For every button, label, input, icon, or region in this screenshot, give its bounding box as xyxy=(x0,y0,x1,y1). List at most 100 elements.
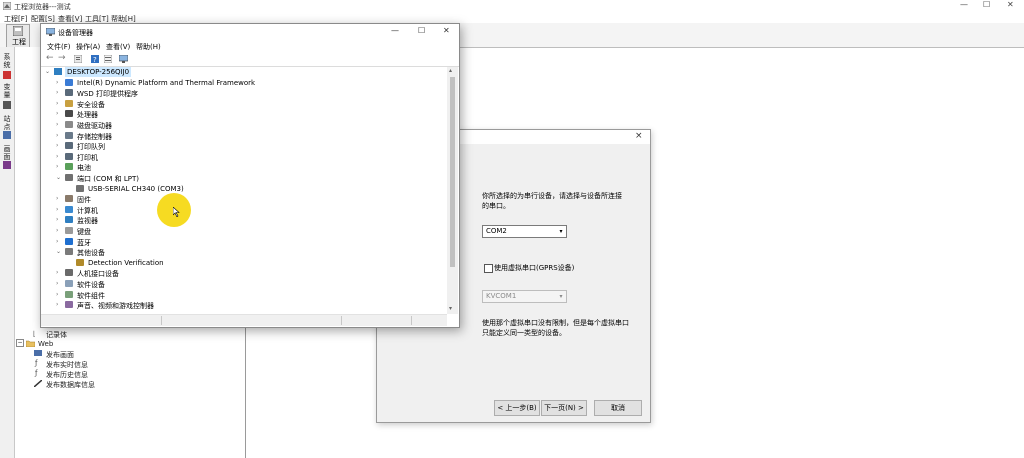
dm-status-bar xyxy=(41,314,447,326)
web-folder-icon xyxy=(26,340,35,347)
collapsed-caret-icon[interactable]: › xyxy=(56,163,62,170)
scan-hardware-icon[interactable] xyxy=(119,55,128,63)
collapsed-caret-icon[interactable]: › xyxy=(56,142,62,149)
virtual-port-select-value: KVCOM1 xyxy=(486,292,517,300)
wizard-close-button[interactable]: × xyxy=(635,131,643,141)
computer-icon xyxy=(54,68,62,75)
collapsed-caret-icon[interactable]: › xyxy=(56,216,62,223)
software-device-icon xyxy=(65,280,73,287)
app-minimize-button[interactable]: — xyxy=(960,0,968,9)
tree-item-label: 存储控制器 xyxy=(77,132,112,141)
vtab-system[interactable]: 系统 xyxy=(2,53,12,69)
properties-icon[interactable] xyxy=(74,55,82,63)
port-icon xyxy=(65,174,73,181)
tree-item-label: 电池 xyxy=(77,164,91,173)
app-maximize-button[interactable]: ☐ xyxy=(983,0,990,9)
publish-screen-icon xyxy=(34,350,42,356)
port-select[interactable]: COM2 ▾ xyxy=(482,225,567,238)
collapsed-caret-icon[interactable]: › xyxy=(56,79,62,86)
collapsed-caret-icon[interactable]: › xyxy=(56,238,62,245)
dm-menu-help[interactable]: 帮助(H) xyxy=(136,42,161,52)
virtual-port-checkbox[interactable] xyxy=(484,264,493,273)
expanded-caret-icon[interactable]: ⌄ xyxy=(56,174,62,181)
tree-item-label: 键盘 xyxy=(77,228,91,236)
dm-vertical-thumb[interactable] xyxy=(450,77,455,267)
port-select-value: COM2 xyxy=(486,227,507,235)
collapsed-caret-icon[interactable]: › xyxy=(56,153,62,160)
collapsed-caret-icon[interactable]: › xyxy=(56,301,62,308)
forward-arrow-icon[interactable]: → xyxy=(58,53,66,63)
collapsed-caret-icon[interactable]: › xyxy=(56,110,62,117)
station-tab-icon xyxy=(3,131,11,139)
storage-icon xyxy=(65,131,73,139)
vtab-screen[interactable]: 画面 xyxy=(2,145,12,161)
collapsed-caret-icon[interactable]: › xyxy=(56,121,62,128)
tree-item-label: 声音、视频和游戏控制器 xyxy=(77,302,154,311)
dm-menu-view[interactable]: 查看(V) xyxy=(106,42,130,52)
help-icon[interactable]: ? xyxy=(91,55,99,63)
printer-icon xyxy=(65,142,73,150)
security-icon xyxy=(65,99,73,107)
collapsed-caret-icon[interactable]: › xyxy=(56,100,62,107)
mouse-pointer-icon xyxy=(173,207,180,217)
tree-item-label: 打印队列 xyxy=(77,143,105,152)
next-button[interactable]: 下一页(N) > xyxy=(541,400,587,416)
cancel-button[interactable]: 取消 xyxy=(594,400,642,416)
dm-close-button[interactable]: ✕ xyxy=(443,26,450,35)
collapsed-caret-icon[interactable]: › xyxy=(56,227,62,234)
collapsed-caret-icon[interactable]: › xyxy=(56,132,62,139)
chevron-down-icon: ▾ xyxy=(559,228,563,235)
collapsed-caret-icon[interactable]: › xyxy=(56,195,62,202)
tree-root-label: DESKTOP-256QIJ0 xyxy=(65,67,132,77)
dm-device-tree: ⌄ DESKTOP-256QIJ0 › Intel(R) Dynamic Platfo… xyxy=(45,67,445,314)
dm-maximize-button[interactable]: ☐ xyxy=(418,26,425,35)
collapsed-caret-icon[interactable]: › xyxy=(56,291,62,298)
system-tab-icon xyxy=(3,71,11,79)
dm-minimize-button[interactable]: — xyxy=(391,26,399,35)
details-icon[interactable] xyxy=(104,55,112,63)
collapsed-caret-icon[interactable]: › xyxy=(56,280,62,287)
chip-icon xyxy=(65,78,73,86)
tree-web-label: Web xyxy=(38,340,54,348)
variables-tab-icon xyxy=(3,101,11,109)
collapsed-caret-icon[interactable]: › xyxy=(56,89,62,96)
back-button[interactable]: < 上一步(B) xyxy=(494,400,540,416)
virtual-port-select[interactable]: KVCOM1 ▾ xyxy=(482,290,567,303)
tree-item-label: Detection Verification xyxy=(88,258,164,267)
hid-icon xyxy=(65,269,73,277)
dm-title: 设备管理器 xyxy=(58,29,93,37)
expanded-caret-icon[interactable]: ⌄ xyxy=(56,248,62,255)
left-vertical-tabs: 系统 变量 站点 画面 xyxy=(0,47,15,458)
keyboard-icon xyxy=(65,227,73,234)
collapsed-caret-icon[interactable]: › xyxy=(56,206,62,213)
chevron-down-icon: ▾ xyxy=(559,293,563,300)
web-expander-icon[interactable]: − xyxy=(16,339,24,347)
vtab-station[interactable]: 站点 xyxy=(2,115,12,131)
scroll-up-icon[interactable]: ▴ xyxy=(449,67,452,74)
vtab-variables[interactable]: 变量 xyxy=(2,83,12,99)
warning-device-icon xyxy=(76,258,84,266)
app-close-button[interactable]: ✕ xyxy=(1007,0,1014,9)
scroll-down-icon[interactable]: ▾ xyxy=(449,305,452,312)
project-icon xyxy=(13,26,23,36)
tree-item-label: USB-SERIAL CH340 (COM3) xyxy=(88,184,184,193)
collapsed-caret-icon[interactable]: › xyxy=(56,269,62,276)
printer-icon xyxy=(65,89,73,97)
back-arrow-icon[interactable]: ← xyxy=(46,53,54,63)
dm-vertical-scrollbar[interactable]: ▴ ▾ xyxy=(447,67,458,314)
app-logo-icon xyxy=(3,2,11,10)
app-title-bar: 工程浏览器---测试 — ☐ ✕ xyxy=(0,0,1024,12)
sound-icon xyxy=(65,301,73,309)
dm-toolbar: ← → ? xyxy=(41,52,459,67)
publish-database-icon xyxy=(34,380,42,387)
processor-icon xyxy=(65,110,73,118)
bluetooth-icon xyxy=(65,237,73,245)
expanded-caret-icon[interactable]: ⌄ xyxy=(45,68,51,75)
device-manager-window: 设备管理器 — ☐ ✕ 文件(F) 操作(A) 查看(V) 帮助(H) ← → … xyxy=(40,23,460,328)
dm-menu-action[interactable]: 操作(A) xyxy=(76,42,100,52)
tree-item-label: 软件组件 xyxy=(77,291,105,300)
printer-icon xyxy=(65,152,73,160)
wizard-instruction: 你所选择的为串行设备，请选择与设备所连接的串口。 xyxy=(482,192,622,210)
dm-menu-file[interactable]: 文件(F) xyxy=(47,42,71,52)
project-toolbar-button[interactable]: 工程 xyxy=(6,24,30,48)
